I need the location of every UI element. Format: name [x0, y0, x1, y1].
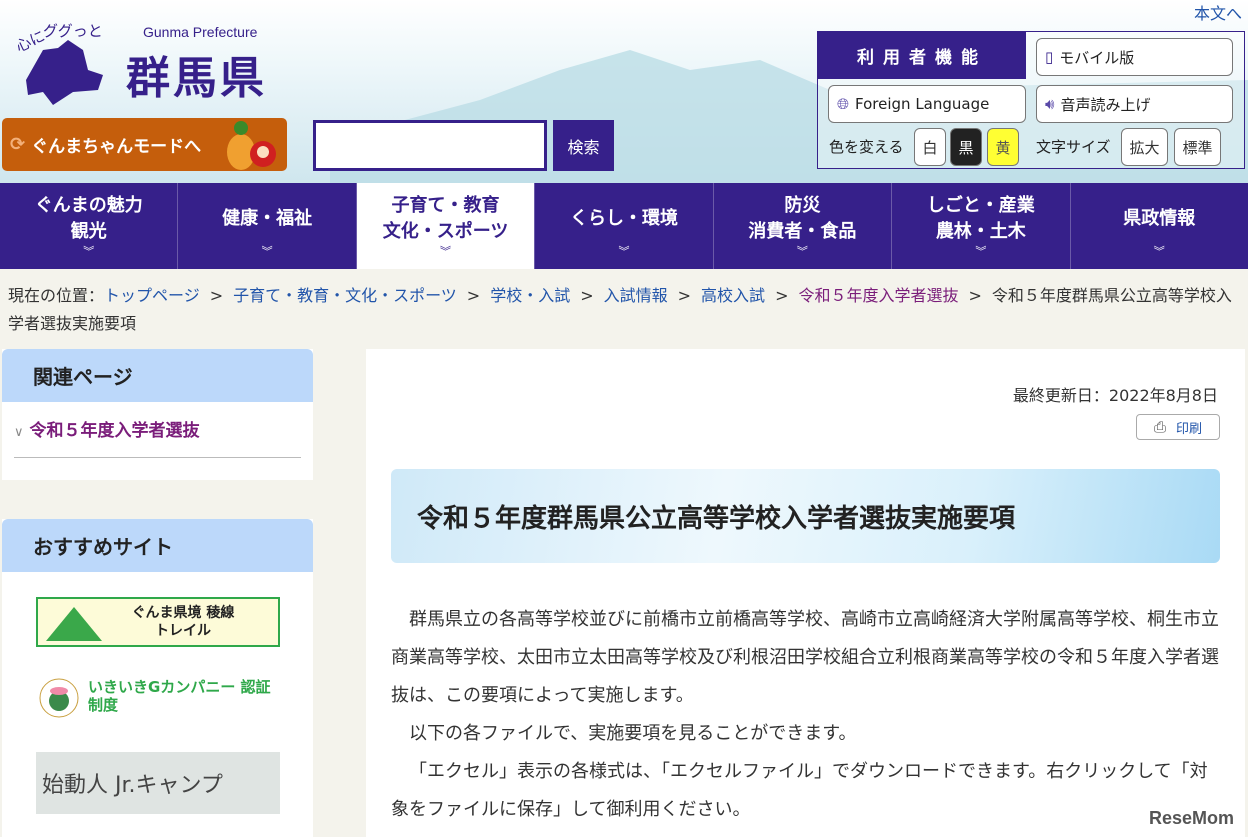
search-input[interactable] — [313, 120, 547, 171]
gunma-logo[interactable]: 心に ググっと — [13, 20, 113, 114]
gunmachan-mode-button[interactable]: ⟳ ぐんまちゃんモードへ — [2, 118, 287, 171]
chevron-down-icon: ︾ — [83, 245, 95, 258]
breadcrumb-high-school-exam[interactable]: 高校入試 — [701, 286, 765, 305]
mobile-icon: ▯ — [1045, 48, 1054, 66]
related-pages-box: 関連ページ ∨ 令和５年度入学者選抜 — [2, 349, 313, 480]
site-header: 心に ググっと Gunma Prefecture 群馬県 本文へ ⟳ ぐんまちゃん… — [0, 0, 1248, 183]
nav-item-industry[interactable]: しごと・産業 農林・土木 ︾ — [892, 183, 1071, 269]
globe-icon: 🌐︎ — [837, 95, 850, 113]
skip-to-content-link[interactable]: 本文へ — [1194, 0, 1242, 24]
nav-item-government[interactable]: 県政情報 ︾ — [1071, 183, 1248, 269]
breadcrumb-top[interactable]: トップページ — [104, 286, 200, 305]
recommended-sites-box: おすすめサイト ぐんま県境 稜線トレイル いきいきGカンパニー 認証制度 始動人… — [2, 519, 313, 837]
breadcrumb-label: 現在の位置： — [8, 286, 105, 305]
color-label: 色を変える — [829, 138, 904, 156]
related-pages-title: 関連ページ — [2, 349, 313, 402]
foreign-language-button[interactable]: 🌐︎ Foreign Language — [828, 85, 1026, 123]
nav-item-disaster[interactable]: 防災 消費者・食品 ︾ — [714, 183, 893, 269]
font-standard-button[interactable]: 標準 — [1174, 128, 1221, 166]
breadcrumb-education[interactable]: 子育て・教育・文化・スポーツ — [233, 286, 457, 305]
global-nav: ぐんまの魅力 観光 ︾ 健康・福祉 ︾ 子育て・教育 文化・スポーツ ︾ くらし・環境 ︾ … — [0, 183, 1248, 269]
printer-icon: ⎙ — [1153, 418, 1166, 436]
trail-banner[interactable]: ぐんま県境 稜線トレイル — [36, 597, 280, 647]
refresh-icon: ⟳ — [10, 134, 26, 155]
tools-title: 利用者機能 — [818, 32, 1026, 79]
svg-text:ググっと: ググっと — [43, 22, 103, 40]
paragraph: 群馬県立の各高等学校並びに前橋市立前橋高等学校、高崎市立高崎経済大学附属高等学校… — [391, 609, 1219, 706]
print-button[interactable]: ⎙ 印刷 — [1136, 414, 1220, 440]
paragraph: 「エクセル」表示の各様式は、「エクセルファイル」でダウンロードできます。右クリッ… — [391, 761, 1208, 820]
chevron-down-icon: ︾ — [796, 245, 808, 258]
font-enlarge-button[interactable]: 拡大 — [1121, 128, 1168, 166]
chevron-down-icon: ︾ — [261, 245, 273, 258]
nav-item-health[interactable]: 健康・福祉 ︾ — [178, 183, 357, 269]
chevron-down-icon: ︾ — [1153, 245, 1165, 258]
color-black-button[interactable]: 黒 — [950, 128, 982, 166]
nav-item-attractions[interactable]: ぐんまの魅力 観光 ︾ — [0, 183, 179, 269]
seal-icon — [39, 678, 79, 718]
speech-label: 音声読み上げ — [1060, 95, 1151, 114]
breadcrumb-r5-selection[interactable]: 令和５年度入学者選抜 — [798, 286, 958, 305]
related-page-link[interactable]: ∨ 令和５年度入学者選抜 — [14, 416, 301, 458]
shidojin-camp-banner[interactable]: 始動人 Jr.キャンプ — [36, 752, 280, 814]
ikiiki-company-banner[interactable]: いきいきGカンパニー 認証制度 — [36, 671, 280, 721]
nav-item-living[interactable]: くらし・環境 ︾ — [535, 183, 714, 269]
nav-item-education[interactable]: 子育て・教育 文化・スポーツ ︾ — [356, 183, 536, 269]
last-updated: 最終更新日：2022年8月8日 — [1012, 386, 1218, 405]
chevron-down-icon: ︾ — [618, 245, 630, 258]
chevron-down-icon: ︾ — [440, 245, 452, 258]
chevron-down-icon: ∨ — [14, 425, 24, 440]
chevron-down-icon: ︾ — [975, 245, 987, 258]
mountain-logo-icon — [46, 607, 102, 641]
foreign-label: Foreign Language — [855, 95, 990, 113]
breadcrumb: 現在の位置：トップページ > 子育て・教育・文化・スポーツ > 学校・入試 > 入試情報 > 高… — [8, 286, 1232, 333]
main-content: 最終更新日：2022年8月8日 ⎙ 印刷 令和５年度群馬県公立高等学校入学者選抜実… — [366, 349, 1245, 837]
resemom-watermark: ReseMom — [1148, 808, 1234, 828]
recommended-title: おすすめサイト — [2, 519, 313, 572]
page-title: 令和５年度群馬県公立高等学校入学者選抜実施要項 — [391, 469, 1220, 563]
breadcrumb-school[interactable]: 学校・入試 — [490, 286, 570, 305]
font-size-label: 文字サイズ — [1036, 138, 1111, 156]
breadcrumb-exam-info[interactable]: 入試情報 — [604, 286, 668, 305]
logo-english: Gunma Prefecture — [143, 24, 258, 40]
logo-japanese[interactable]: 群馬県 — [126, 42, 267, 106]
mobile-label: モバイル版 — [1059, 48, 1135, 67]
color-yellow-button[interactable]: 黄 — [987, 128, 1019, 166]
search-button[interactable]: 検索 — [553, 120, 614, 171]
mobile-version-button[interactable]: ▯ モバイル版 — [1036, 38, 1233, 76]
gunmachan-character-icon — [227, 121, 276, 170]
article-body: 群馬県立の各高等学校並びに前橋市立前橋高等学校、高崎市立高崎経済大学附属高等学校… — [391, 601, 1221, 829]
speech-button[interactable]: 🔊︎ 音声読み上げ — [1036, 85, 1233, 123]
accessibility-tools: 利用者機能 ▯ モバイル版 🌐︎ Foreign Language 🔊︎ 音声読み上げ… — [817, 31, 1245, 169]
color-white-button[interactable]: 白 — [914, 128, 946, 166]
paragraph: 以下の各ファイルで、実施要項を見ることができます。 — [409, 723, 857, 744]
gunmachan-button-label: ぐんまちゃんモードへ — [31, 137, 202, 157]
speaker-icon: 🔊︎ — [1045, 95, 1055, 113]
